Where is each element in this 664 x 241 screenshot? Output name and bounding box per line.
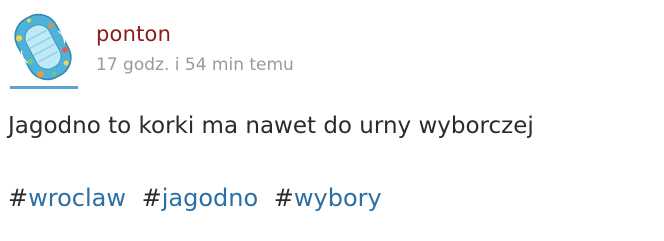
post-card: ponton 17 godz. i 54 min temu Jagodno to… [0,0,664,241]
tag-hash: # [273,184,294,212]
tag-name: wroclaw [28,184,126,212]
tag-link-wroclaw[interactable]: #wroclaw [8,184,126,212]
tag-hash: # [8,184,29,212]
inflatable-boat-avatar-icon [14,13,72,81]
tag-hash: # [141,184,162,212]
avatar-link[interactable] [8,10,78,90]
post-body-text: Jagodno to korki ma nawet do urny wyborc… [8,113,534,139]
post-timestamp[interactable]: 17 godz. i 54 min temu [96,55,294,75]
tag-name: jagodno [161,184,259,212]
avatar-underline [10,86,78,89]
tag-link-wybory[interactable]: #wybory [274,184,382,212]
author-username-link[interactable]: ponton [96,22,171,46]
tag-link-jagodno[interactable]: #jagodno [142,184,259,212]
tag-name: wybory [293,184,382,212]
tag-list: #wroclaw #jagodno #wybory [8,184,390,212]
